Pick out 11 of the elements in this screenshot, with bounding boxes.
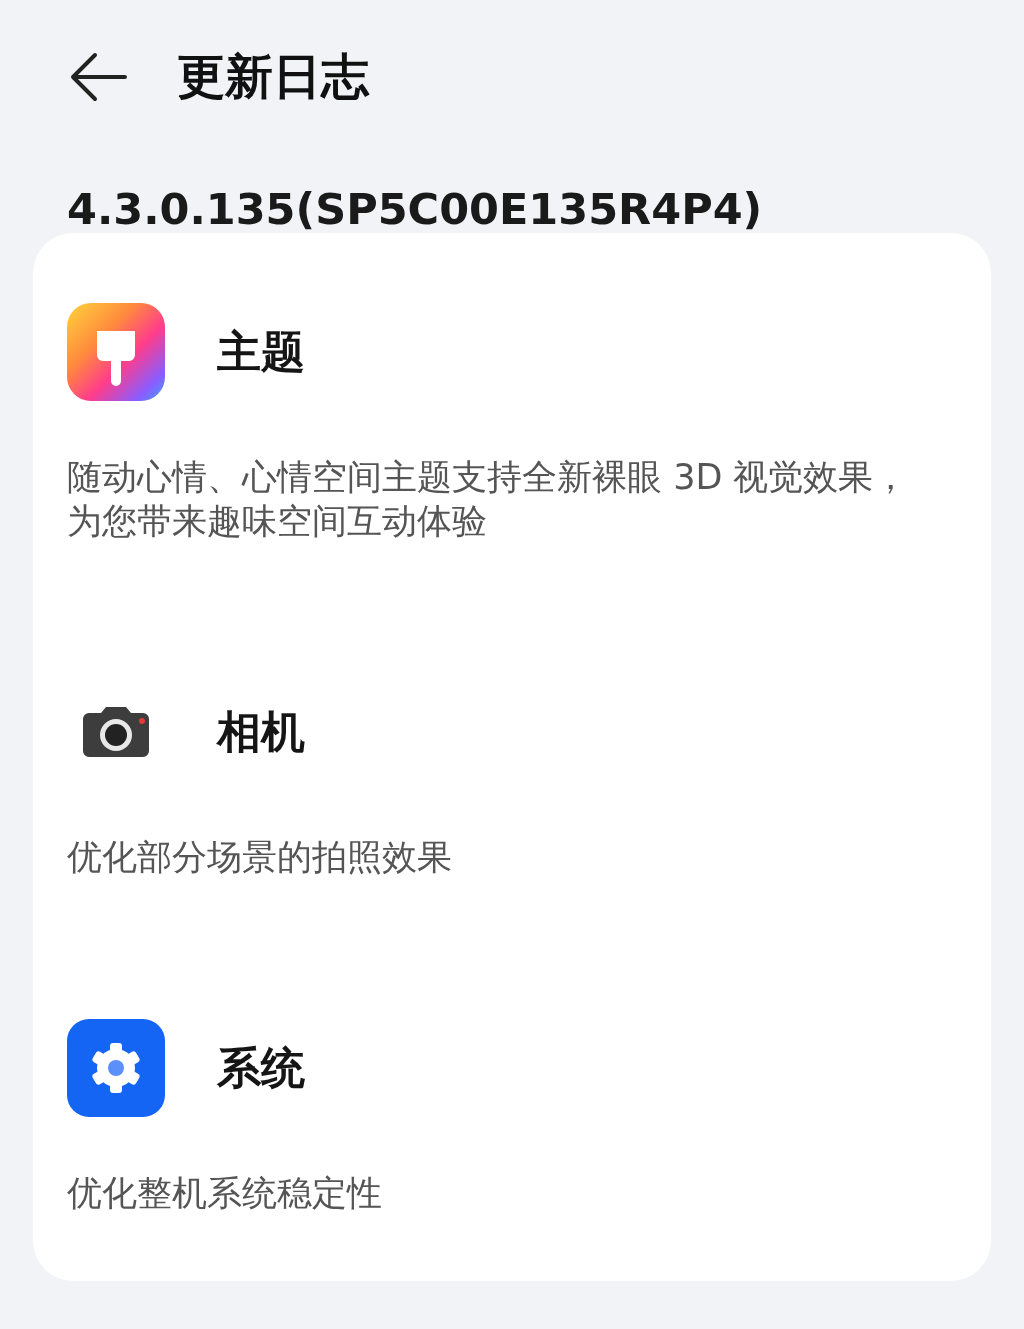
- settings-icon: [67, 1019, 165, 1117]
- version-number: 4.3.0.135(SP5C00E135R4P4): [66, 183, 764, 233]
- paintbrush-icon: [67, 303, 165, 401]
- page-title: 更新日志: [177, 47, 369, 106]
- section-title: 系统: [217, 1040, 305, 1095]
- section-description: 优化部分场景的拍照效果: [67, 836, 453, 879]
- section-description: 优化整机系统稳定性: [67, 1172, 383, 1215]
- back-button[interactable]: [69, 52, 127, 102]
- section-description: 随动心情、心情空间主题支持全新裸眼 3D 视觉效果，为您带来趣味空间互动体验: [67, 456, 910, 543]
- section-title: 相机: [217, 704, 305, 759]
- section-title: 主题: [217, 324, 305, 379]
